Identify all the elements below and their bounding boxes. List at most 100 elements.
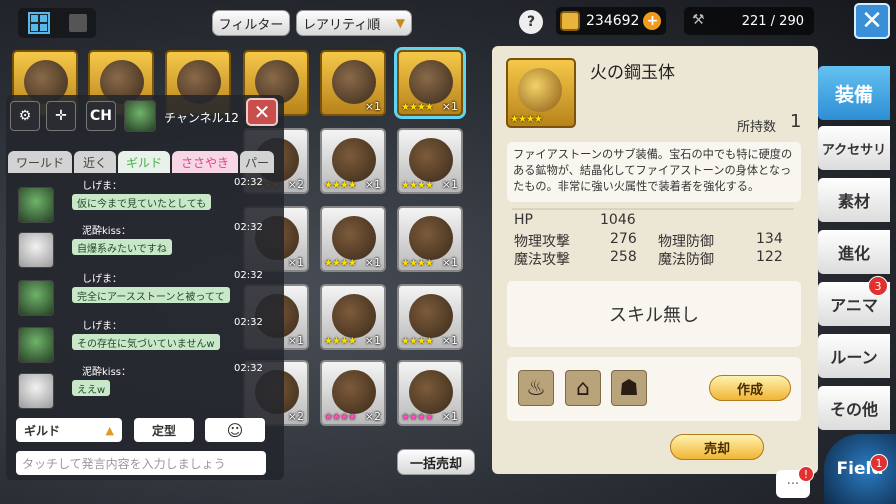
chat-tabs: ワールド 近く ギルド ささやき パー — [8, 151, 274, 173]
owned-count: 1 — [790, 111, 802, 132]
side-tab[interactable]: アクセサリ — [818, 126, 890, 170]
item-count: ×1 — [441, 100, 458, 113]
chat-username[interactable]: 泥酔kiss： — [82, 222, 131, 237]
coin-amount: 234692 — [586, 13, 640, 29]
tab-guild[interactable]: ギルド — [118, 151, 170, 173]
settings-icon[interactable]: ⚙ — [10, 101, 40, 131]
inventory-slot[interactable]: ★★★★ ×1 — [320, 128, 386, 194]
stat-pdef-label: 物理防御 — [658, 234, 714, 250]
stat-hp-label: HP — [514, 212, 533, 228]
chat-input[interactable]: タッチして発言内容を入力しましょう — [16, 451, 266, 475]
inventory-capacity: ⚒ 221 / 290 — [684, 7, 814, 35]
chat-message: 自爆系みたいですね — [72, 239, 172, 255]
inventory-slot[interactable]: ★★★★ ×1 — [397, 50, 463, 116]
chat-message: 完全にアースストーンと被ってて — [72, 287, 230, 303]
poop-icon[interactable]: ♨ — [518, 370, 554, 406]
item-count: ×1 — [441, 178, 458, 191]
chat-avatar[interactable] — [18, 232, 54, 268]
sort-label: レアリティ順 — [303, 17, 381, 33]
user-avatar[interactable] — [124, 100, 156, 132]
chat-avatar[interactable] — [18, 373, 54, 409]
tab-whisper[interactable]: ささやき — [172, 151, 238, 173]
inventory-slot[interactable]: ★★★★ ×1 — [397, 206, 463, 272]
item-count: ×1 — [364, 178, 381, 191]
inventory-slot[interactable]: ★★★★ ×1 — [320, 284, 386, 350]
coin-counter: 234692 + — [556, 7, 666, 35]
inventory-slot[interactable]: ★★★★ ×1 — [397, 360, 463, 426]
template-button[interactable]: 定型 — [134, 418, 194, 442]
tab-world[interactable]: ワールド — [8, 151, 72, 173]
close-button[interactable]: ✕ — [854, 3, 890, 39]
help-button[interactable]: ? — [519, 10, 543, 34]
item-art — [409, 370, 453, 414]
item-art — [409, 216, 453, 260]
emoji-button[interactable]: ☺ — [205, 418, 265, 442]
item-stars: ★★★★ — [324, 180, 357, 191]
item-count: ×1 — [441, 334, 458, 347]
capacity-icon: ⚒ — [692, 12, 705, 28]
sort-dropdown[interactable]: レアリティ順 ▼ — [296, 10, 412, 36]
item-art — [332, 294, 376, 338]
side-tab[interactable]: その他 — [818, 386, 890, 430]
skill-box: スキル無し — [507, 281, 801, 347]
sell-button[interactable]: 売却 — [670, 434, 764, 460]
side-tab[interactable]: ルーン — [818, 334, 890, 378]
item-count: ×1 — [287, 256, 304, 269]
chat-username[interactable]: 泥酔kiss： — [82, 363, 131, 378]
chat-message: 仮に今まで見ていたとしても — [72, 194, 212, 210]
stat-mdef-label: 魔法防御 — [658, 252, 714, 268]
item-art — [409, 294, 453, 338]
divider — [512, 208, 794, 210]
chevron-down-icon: ▼ — [395, 16, 405, 30]
item-art — [409, 138, 453, 182]
detail-item-stars: ★★★★ — [510, 114, 543, 125]
chat-timestamp: 02:32 — [234, 177, 263, 188]
filter-button[interactable]: フィルター — [212, 10, 290, 36]
notification-badge: ! — [798, 466, 814, 482]
channel-button[interactable]: CH — [86, 101, 116, 131]
chat-scope-select[interactable]: ギルド ▲ — [16, 418, 122, 442]
chat-message: ええw — [72, 380, 111, 396]
chat-timestamp: 02:32 — [234, 270, 263, 281]
chat-close-button[interactable]: ✕ — [246, 98, 278, 126]
move-icon[interactable]: ✛ — [46, 101, 76, 131]
tab-party[interactable]: パー — [240, 151, 274, 173]
item-count: ×1 — [441, 410, 458, 423]
inventory-slot[interactable]: ★★★★ ×1 — [320, 206, 386, 272]
chat-avatar[interactable] — [18, 327, 54, 363]
item-art — [332, 370, 376, 414]
list-view-icon[interactable] — [68, 14, 87, 32]
chat-username[interactable]: しげま： — [82, 270, 122, 285]
stat-patk-value: 276 — [610, 231, 637, 247]
item-count: ×1 — [364, 334, 381, 347]
item-description: ファイアストーンのサブ装備。宝石の中でも特に硬度のある鉱物が、結晶化してファイア… — [507, 142, 801, 202]
item-stars: ★★★★ — [401, 258, 434, 269]
side-tab[interactable]: 素材 — [818, 178, 890, 222]
item-count: ×1 — [287, 334, 304, 347]
inventory-slot[interactable]: ×1 — [320, 50, 386, 116]
chat-avatar[interactable] — [18, 280, 54, 316]
item-art — [332, 60, 376, 104]
tab-nearby[interactable]: 近く — [74, 151, 116, 173]
stat-matk-label: 魔法攻撃 — [514, 252, 570, 268]
demon-mask-icon[interactable]: ☗ — [611, 370, 647, 406]
chat-panel: ⚙ ✛ CH チャンネル12 ✕ ワールド 近く ギルド ささやき パー しげま… — [6, 95, 284, 480]
chat-username[interactable]: しげま： — [82, 177, 122, 192]
craft-button[interactable]: 作成 — [709, 375, 791, 401]
side-tab[interactable]: 装備 — [818, 66, 890, 120]
side-tab[interactable]: 進化 — [818, 230, 890, 274]
chat-avatar[interactable] — [18, 187, 54, 223]
grid-view-icon[interactable] — [27, 12, 50, 34]
inventory-slot[interactable]: ★★★★ ×2 — [320, 360, 386, 426]
bulk-sell-button[interactable]: 一括売却 — [397, 449, 475, 475]
inventory-slot[interactable]: ★★★★ ×1 — [397, 128, 463, 194]
chat-username[interactable]: しげま： — [82, 317, 122, 332]
item-count: ×1 — [364, 256, 381, 269]
add-coins-button[interactable]: + — [643, 12, 662, 30]
item-stars: ★★★★ — [401, 336, 434, 347]
inventory-slot[interactable]: ★★★★ ×1 — [397, 284, 463, 350]
mushroom-icon[interactable]: ⌂ — [565, 370, 601, 406]
item-art — [332, 216, 376, 260]
item-stars: ★★★★ — [401, 412, 434, 423]
item-count: ×1 — [441, 256, 458, 269]
